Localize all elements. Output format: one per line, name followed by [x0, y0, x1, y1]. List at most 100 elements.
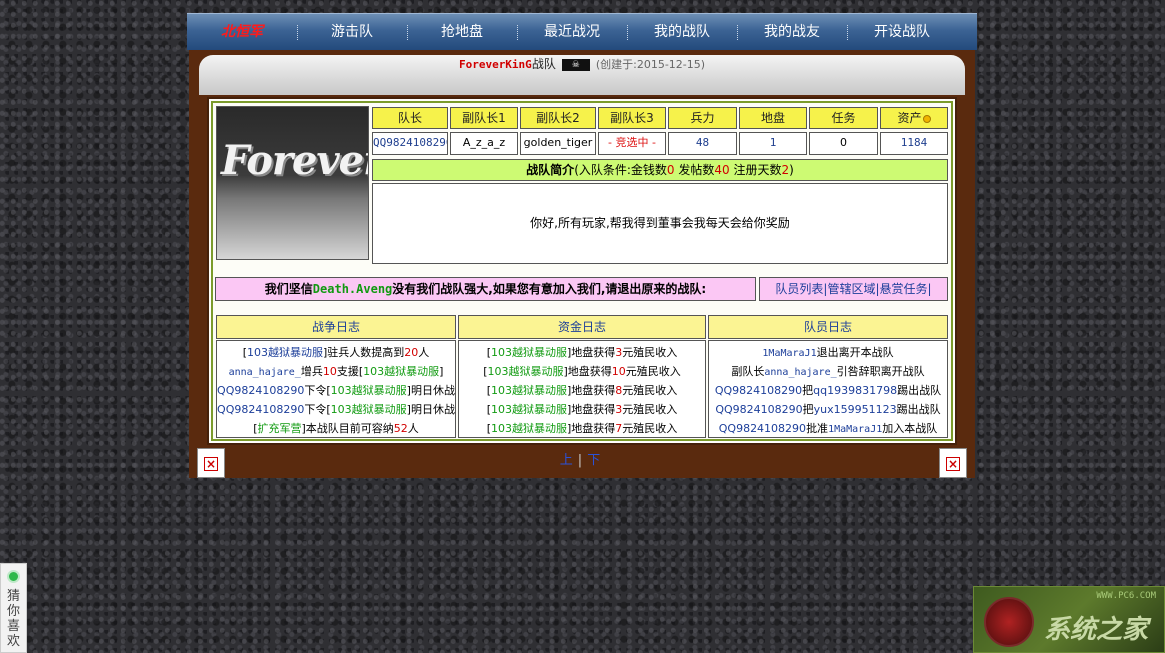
intro-posts: 40: [714, 163, 730, 177]
intro-days: 2: [781, 163, 790, 177]
log-link[interactable]: 103越狱暴动服: [491, 384, 567, 397]
stats-header-tasks: 任务: [809, 107, 878, 129]
team-links: 队员列表|管辖区域|悬赏任务|: [759, 277, 948, 301]
nav-item-create-team[interactable]: 开设战队: [847, 14, 957, 51]
log-user[interactable]: 1MaMaraJ1: [828, 424, 882, 435]
nav-item-beihengjun[interactable]: 北恒军: [187, 14, 297, 51]
fund-log: [103越狱暴动服]地盘获得3元殖民收入 [103越狱暴动服]地盘获得10元殖民…: [458, 340, 706, 438]
war-log: [103越狱暴动服]驻兵人数提高到20人 anna_hajare_增兵10支援[…: [216, 340, 456, 438]
guess-you-like-widget[interactable]: 猜 你 喜 欢: [0, 563, 27, 653]
log-link[interactable]: 103越狱暴动服: [491, 422, 567, 435]
log-text: 增兵: [300, 365, 323, 378]
close-icon: ×: [946, 457, 960, 471]
log-text: 退出离开本战队: [816, 346, 894, 359]
list-item: QQ9824108290下令[103越狱暴动服]明日休战: [217, 381, 455, 400]
nav-item-my-team[interactable]: 我的战队: [627, 14, 737, 51]
log-text: 把: [802, 403, 814, 416]
stats-header-vice1: 副队长1: [450, 107, 518, 129]
log-text: ]地盘获得: [567, 403, 616, 416]
list-item: [扩充军营]本战队目前可容纳52人: [217, 419, 455, 438]
link-bounty[interactable]: 悬赏任务: [880, 282, 928, 296]
watermark-site: WWW.PC6.COM: [1096, 591, 1156, 601]
log-text: 元殖民收入: [622, 422, 678, 435]
log-user[interactable]: qq1939831798: [813, 384, 897, 397]
log-user[interactable]: QQ9824108290: [715, 403, 802, 416]
stats-value-vice3[interactable]: - 竞选中 -: [598, 132, 666, 155]
log-text: ]地盘获得: [567, 422, 616, 435]
stats-header-territory: 地盘: [739, 107, 807, 129]
next-page-link[interactable]: 下: [587, 453, 600, 468]
list-item: QQ9824108290下令[103越狱暴动服]明日休战: [217, 400, 455, 419]
stats-value-vice1[interactable]: A_z_a_z: [450, 132, 518, 155]
log-user[interactable]: 1MaMaraJ1: [762, 348, 816, 359]
log-link[interactable]: 103越狱暴动服: [247, 346, 323, 359]
log-text: 元殖民收入: [622, 403, 678, 416]
fund-log-title: 资金日志: [458, 315, 706, 339]
log-text: ]明日休战: [406, 403, 455, 416]
list-item: 副队长anna_hajare_引咎辞职离开战队: [709, 362, 947, 381]
log-text: ]驻兵人数提高到: [323, 346, 405, 359]
log-text: 人: [407, 422, 419, 435]
log-text: 加入本战队: [882, 422, 938, 435]
intro-title-label: 战队简介: [526, 163, 575, 177]
site-watermark: WWW.PC6.COM 系统之家: [973, 586, 1165, 653]
log-user[interactable]: yux159951123: [814, 403, 897, 416]
list-item: anna_hajare_增兵10支援[103越狱暴动服]: [217, 362, 455, 381]
member-log: 1MaMaraJ1退出离开本战队 副队长anna_hajare_引咎辞职离开战队…: [708, 340, 948, 438]
log-text: 元殖民收入: [622, 384, 678, 397]
log-user[interactable]: QQ9824108290: [719, 422, 806, 435]
log-link[interactable]: 103越狱暴动服: [488, 365, 564, 378]
log-text: 批准: [806, 422, 829, 435]
log-text: 引咎辞职离开战队: [836, 365, 925, 378]
guess-char: 欢: [6, 634, 20, 649]
log-number: 52: [393, 422, 408, 435]
list-item: [103越狱暴动服]地盘获得7元殖民收入: [459, 419, 705, 438]
log-text: 把: [802, 384, 814, 397]
watermark-logo-icon: [984, 597, 1034, 647]
nav-item-my-comrades[interactable]: 我的战友: [737, 14, 847, 51]
pager-separator: |: [577, 453, 583, 468]
stats-header-troops: 兵力: [668, 107, 737, 129]
intro-posts-label: 发帖数: [674, 163, 715, 177]
stats-value-captain[interactable]: QQ9824108290: [372, 132, 448, 155]
war-log-title: 战争日志: [216, 315, 456, 339]
log-user[interactable]: QQ9824108290: [217, 384, 304, 397]
log-user[interactable]: QQ9824108290: [217, 403, 304, 416]
log-user[interactable]: anna_hajare_: [764, 367, 836, 378]
nav-item-recent-battles[interactable]: 最近战况: [517, 14, 627, 51]
stats-value-vice2[interactable]: golden_tiger: [520, 132, 596, 155]
link-member-list[interactable]: 队员列表: [775, 282, 823, 296]
team-logo: Forever: [216, 106, 369, 260]
stats-header-assets: 资产: [880, 107, 948, 129]
log-text: 副队长: [731, 365, 765, 378]
log-link[interactable]: 103越狱暴动服: [331, 384, 407, 397]
log-link[interactable]: 103越狱暴动服: [491, 403, 567, 416]
link-territory[interactable]: 管辖区域: [827, 282, 875, 296]
log-text: 下令[: [304, 384, 331, 397]
log-text: 人: [418, 346, 430, 359]
log-link[interactable]: 103越狱暴动服: [331, 403, 407, 416]
log-user[interactable]: QQ9824108290: [715, 384, 802, 397]
pager: 上 | 下: [540, 452, 620, 470]
log-text: 元殖民收入: [625, 365, 681, 378]
nav-item-guerrilla[interactable]: 游击队: [297, 14, 407, 51]
log-user[interactable]: anna_hajare_: [229, 367, 301, 378]
close-button-right[interactable]: ×: [939, 448, 967, 478]
close-button-left[interactable]: ×: [197, 448, 225, 478]
log-number: 10: [611, 365, 626, 378]
team-logo-text: Forever: [221, 137, 369, 184]
nav-item-grab-territory[interactable]: 抢地盘: [407, 14, 517, 51]
stats-value-tasks: 0: [809, 132, 878, 155]
list-item: QQ9824108290把qq1939831798踢出战队: [709, 381, 947, 400]
list-item: 1MaMaraJ1退出离开本战队: [709, 343, 947, 362]
guess-char: 喜: [6, 619, 20, 634]
team-name[interactable]: ForeverKinG: [459, 58, 532, 71]
prev-page-link[interactable]: 上: [560, 453, 573, 468]
log-link[interactable]: 扩充军营: [258, 422, 302, 435]
green-dot-icon: [7, 570, 20, 583]
log-link[interactable]: 103越狱暴动服: [363, 365, 439, 378]
log-link[interactable]: 103越狱暴动服: [491, 346, 567, 359]
top-nav: 北恒军 游击队 抢地盘 最近战况 我的战队 我的战友 开设战队: [187, 13, 977, 50]
stats-value-territory: 1: [739, 132, 807, 155]
created-date: (创建于:2015-12-15): [595, 58, 706, 71]
